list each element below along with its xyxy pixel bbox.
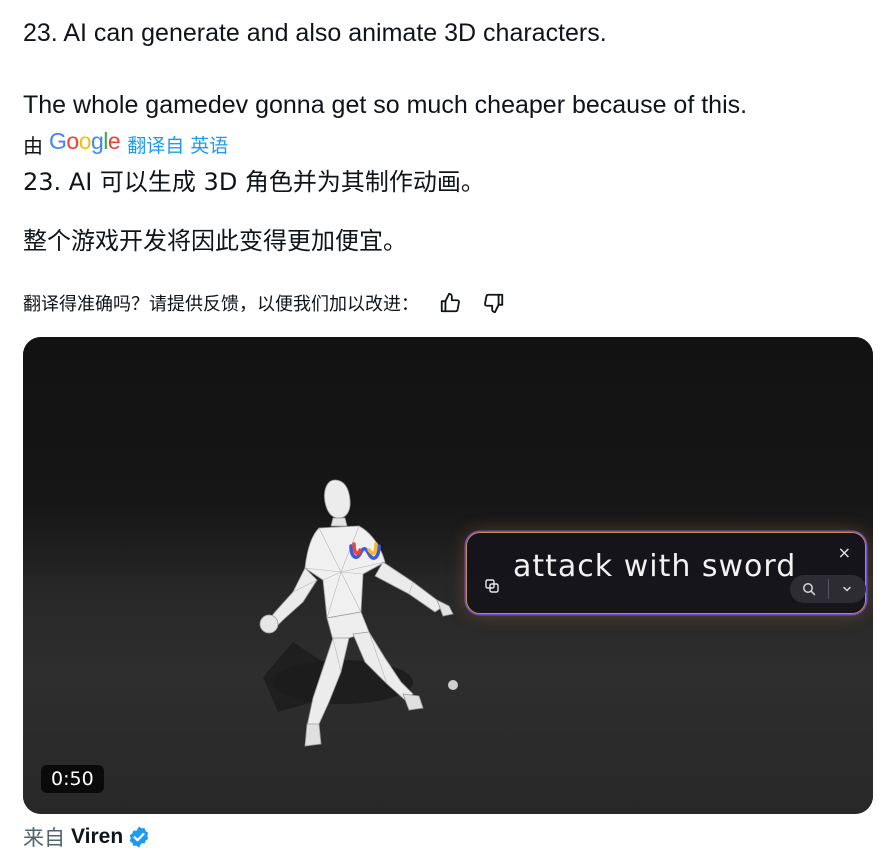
google-logo: Google bbox=[49, 127, 121, 154]
prompt-actions bbox=[790, 575, 866, 603]
source-author-link[interactable]: Viren bbox=[71, 825, 123, 849]
tweet-text-line-2: The whole gamedev gonna get so much chea… bbox=[23, 91, 748, 119]
copy-icon[interactable] bbox=[485, 579, 499, 593]
feedback-question: 翻译得准确吗？请提供反馈，以便我们加以改进： bbox=[23, 294, 419, 315]
verified-badge-icon bbox=[129, 826, 149, 848]
3d-character-figure bbox=[259, 479, 458, 747]
thumbs-down-icon bbox=[484, 293, 504, 314]
translation-feedback: 翻译得准确吗？请提供反馈，以便我们加以改进： bbox=[23, 290, 507, 316]
translated-from-link[interactable]: 翻译自 英语 bbox=[127, 131, 228, 158]
translated-by-prefix: 由 bbox=[23, 133, 43, 158]
video-source: 来自 Viren bbox=[23, 822, 151, 852]
prompt-text: attack with sword bbox=[513, 549, 797, 584]
translation-attribution: 由 Google 翻译自 英语 bbox=[23, 127, 228, 158]
search-button[interactable] bbox=[790, 575, 828, 603]
video-duration-badge: 0:50 bbox=[41, 765, 104, 793]
translated-from-label: 翻译自 bbox=[127, 134, 185, 157]
tweet-text-line-1: 23. AI can generate and also animate 3D … bbox=[23, 19, 607, 47]
chevron-down-icon bbox=[843, 586, 851, 592]
translated-text-line-1: 23. AI 可以生成 3D 角色并为其制作动画。 bbox=[23, 168, 485, 196]
source-language: 英语 bbox=[190, 134, 229, 157]
dropdown-button[interactable] bbox=[828, 575, 866, 603]
thumbs-down-button[interactable] bbox=[481, 290, 507, 316]
video-player[interactable]: attack with sword × 0:50 bbox=[23, 337, 873, 814]
translated-text-line-2: 整个游戏开发将因此变得更加便宜。 bbox=[23, 227, 407, 255]
thumbs-up-button[interactable] bbox=[437, 290, 463, 316]
thumbs-up-icon bbox=[440, 292, 460, 313]
search-icon bbox=[802, 583, 815, 596]
animation-prompt-box[interactable]: attack with sword × bbox=[466, 532, 866, 614]
close-icon[interactable]: × bbox=[838, 543, 851, 562]
source-from-label: 来自 bbox=[23, 826, 65, 850]
